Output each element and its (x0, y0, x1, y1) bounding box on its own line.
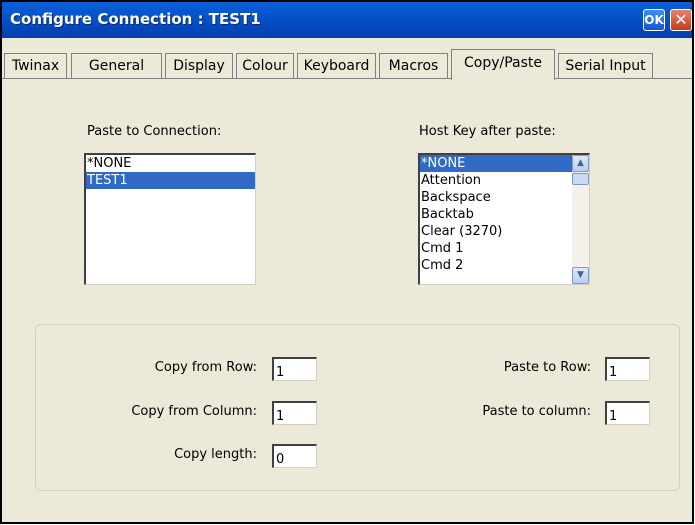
copy-from-column-label: Copy from Column: (131, 404, 257, 419)
tab-keyboard[interactable]: Keyboard (297, 53, 376, 78)
list-item[interactable]: Backtab (420, 206, 572, 223)
scroll-down-icon[interactable]: ▼ (572, 267, 589, 284)
copy-length-label: Copy length: (174, 447, 257, 462)
close-icon[interactable]: ✕ (670, 9, 692, 31)
paste-to-connection-list[interactable]: *NONE TEST1 (84, 153, 256, 285)
tab-serial-input[interactable]: Serial Input (558, 53, 653, 78)
list-item[interactable]: *NONE (86, 155, 255, 172)
tab-bar: Twinax General Display Colour Keyboard M… (2, 42, 692, 80)
paste-to-connection-label: Paste to Connection: (87, 124, 222, 139)
list-item[interactable]: *NONE (420, 155, 572, 172)
title-bar[interactable]: Configure Connection : TEST1 OK ✕ (2, 2, 692, 38)
paste-to-column-field[interactable]: 1 (605, 401, 650, 425)
host-key-label: Host Key after paste: (419, 124, 556, 139)
tab-divider (2, 78, 692, 79)
host-key-list[interactable]: *NONE Attention Backspace Backtab Clear … (418, 153, 590, 285)
paste-to-row-field[interactable]: 1 (605, 357, 650, 381)
list-item[interactable]: Clear (3270) (420, 223, 572, 240)
list-item[interactable]: TEST1 (86, 172, 255, 189)
tab-general[interactable]: General (71, 53, 162, 78)
list-item[interactable]: Attention (420, 172, 572, 189)
paste-to-row-label: Paste to Row: (503, 360, 591, 375)
list-item[interactable]: Cmd 2 (420, 257, 572, 274)
host-key-scrollbar[interactable]: ▲ ▼ (572, 155, 589, 284)
tab-copy-paste[interactable]: Copy/Paste (451, 49, 555, 80)
tab-twinax[interactable]: Twinax (4, 53, 67, 78)
tab-colour[interactable]: Colour (236, 53, 294, 78)
copy-from-row-field[interactable]: 1 (272, 357, 317, 381)
tab-display[interactable]: Display (165, 53, 233, 78)
ok-button[interactable]: OK (643, 9, 665, 31)
copy-length-field[interactable]: 0 (272, 444, 317, 468)
list-item[interactable]: Cmd 1 (420, 240, 572, 257)
list-item[interactable]: Backspace (420, 189, 572, 206)
scrollbar-thumb[interactable] (572, 173, 589, 185)
copy-from-column-field[interactable]: 1 (272, 401, 317, 425)
tab-macros[interactable]: Macros (379, 53, 448, 78)
configure-connection-window: Configure Connection : TEST1 OK ✕ Twinax… (0, 0, 694, 524)
copy-from-row-label: Copy from Row: (154, 360, 257, 375)
window-title: Configure Connection : TEST1 (10, 10, 261, 28)
scroll-up-icon[interactable]: ▲ (572, 155, 589, 172)
paste-to-column-label: Paste to column: (482, 404, 591, 419)
